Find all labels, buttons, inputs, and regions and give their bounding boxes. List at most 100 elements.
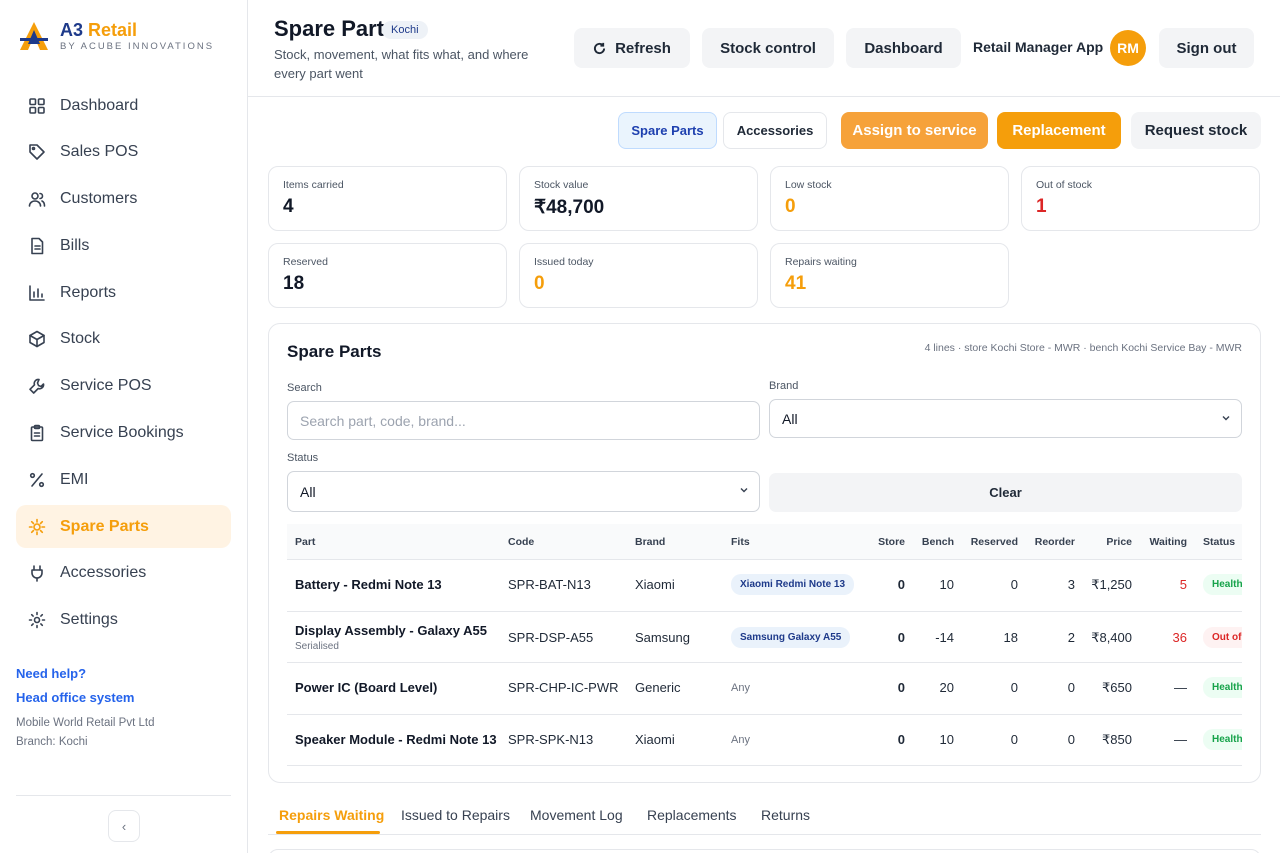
sidebar-item-settings[interactable]: Settings bbox=[16, 599, 231, 642]
sidebar-item-service-bookings[interactable]: Service Bookings bbox=[16, 412, 231, 455]
reorder-qty: 3 bbox=[1067, 577, 1075, 592]
panel-title: Spare Parts bbox=[287, 342, 382, 361]
store-qty: 0 bbox=[897, 629, 905, 645]
search-input[interactable]: Search part, code, brand... bbox=[287, 401, 760, 440]
sidebar-item-label: Spare Parts bbox=[60, 517, 149, 535]
col-price[interactable]: Price bbox=[1106, 536, 1132, 548]
sidebar-item-bills[interactable]: Bills bbox=[16, 224, 231, 267]
sidebar-item-label: Sales POS bbox=[60, 143, 139, 161]
fits-any: Any bbox=[731, 682, 750, 694]
tab-returns[interactable]: Returns bbox=[761, 807, 810, 823]
stat-value: 4 bbox=[283, 196, 294, 217]
wrench-icon bbox=[29, 378, 45, 395]
col-reorder[interactable]: Reorder bbox=[1035, 536, 1075, 548]
tab-accessories[interactable]: Accessories bbox=[723, 112, 827, 149]
price: ₹1,250 bbox=[1091, 577, 1132, 592]
branch-badge: Kochi bbox=[382, 21, 428, 39]
col-bench[interactable]: Bench bbox=[922, 536, 954, 548]
reorder-qty: 0 bbox=[1067, 680, 1075, 695]
tab-spare-parts[interactable]: Spare Parts bbox=[618, 112, 717, 149]
logo[interactable]: A3 Retail BY ACUBE INNOVATIONS bbox=[18, 20, 214, 52]
stat-value: 0 bbox=[534, 273, 545, 294]
replacement-button[interactable]: Replacement bbox=[997, 112, 1121, 149]
stat-reserved: Reserved 18 bbox=[268, 243, 507, 308]
clear-filters-button[interactable]: Clear bbox=[769, 473, 1242, 512]
col-fits[interactable]: Fits bbox=[731, 536, 750, 548]
brand-select-value: All bbox=[782, 410, 798, 427]
col-code[interactable]: Code bbox=[508, 536, 534, 548]
price: ₹8,400 bbox=[1091, 629, 1132, 645]
sign-out-button[interactable]: Sign out bbox=[1159, 28, 1254, 68]
collapse-sidebar-button[interactable]: ‹ bbox=[108, 810, 140, 842]
col-store[interactable]: Store bbox=[878, 536, 905, 548]
col-brand[interactable]: Brand bbox=[635, 536, 665, 548]
sidebar-item-dashboard[interactable]: Dashboard bbox=[16, 84, 231, 127]
sidebar-item-label: Settings bbox=[60, 611, 118, 629]
request-stock-button[interactable]: Request stock bbox=[1131, 112, 1261, 149]
sidebar-item-stock[interactable]: Stock bbox=[16, 318, 231, 361]
sidebar-item-label: Accessories bbox=[60, 564, 147, 582]
clipboard-icon bbox=[30, 424, 44, 442]
table-row[interactable]: Display Assembly - Galaxy A55 Serialised… bbox=[287, 612, 1242, 663]
sidebar-item-reports[interactable]: Reports bbox=[16, 271, 231, 314]
users-icon bbox=[28, 192, 46, 207]
waiting-count: — bbox=[1174, 680, 1187, 695]
sidebar-divider bbox=[16, 795, 231, 796]
sidebar-item-sales-pos[interactable]: Sales POS bbox=[16, 131, 231, 174]
branch-name: Branch: Kochi bbox=[16, 736, 88, 748]
waiting-count: 36 bbox=[1172, 629, 1187, 645]
table-row[interactable]: Battery - Redmi Note 13 SPR-BAT-N13 Xiao… bbox=[287, 560, 1242, 612]
sidebar-item-label: Dashboard bbox=[60, 96, 139, 114]
brand-select[interactable]: All bbox=[769, 399, 1242, 438]
stat-stock-value: Stock value ₹48,700 bbox=[519, 166, 758, 231]
status-badge: Healthy bbox=[1203, 728, 1242, 750]
sidebar-item-service-pos[interactable]: Service POS bbox=[16, 365, 231, 408]
sidebar-item-accessories[interactable]: Accessories bbox=[16, 552, 231, 595]
stat-label: Reserved bbox=[283, 256, 328, 268]
refresh-label: Refresh bbox=[615, 39, 671, 57]
sidebar-item-emi[interactable]: EMI bbox=[16, 458, 231, 501]
file-icon bbox=[31, 237, 44, 255]
stock-control-button[interactable]: Stock control bbox=[702, 28, 834, 68]
head-office-link[interactable]: Head office system bbox=[16, 690, 154, 705]
col-status[interactable]: Status bbox=[1203, 536, 1235, 548]
status-select[interactable]: All bbox=[287, 471, 760, 512]
tab-movement-log[interactable]: Movement Log bbox=[530, 807, 623, 823]
col-waiting[interactable]: Waiting bbox=[1149, 536, 1187, 548]
brand-tagline: BY ACUBE INNOVATIONS bbox=[60, 41, 215, 52]
sidebar-nav: Dashboard Sales POS Customers Bills Repo… bbox=[16, 84, 231, 646]
waiting-count: 5 bbox=[1179, 577, 1187, 592]
tab-repairs-waiting[interactable]: Repairs Waiting bbox=[279, 807, 384, 823]
sidebar-item-customers[interactable]: Customers bbox=[16, 178, 231, 221]
col-part[interactable]: Part bbox=[295, 536, 315, 548]
avatar[interactable]: RM bbox=[1110, 30, 1146, 66]
assign-to-service-button[interactable]: Assign to service bbox=[841, 112, 988, 149]
part-serialised-note: Serialised bbox=[295, 640, 339, 652]
refresh-icon bbox=[594, 42, 606, 54]
part-code: SPR-CHP-IC-PWR bbox=[508, 680, 619, 695]
need-help-link[interactable]: Need help? bbox=[16, 666, 154, 681]
sidebar-item-label: Stock bbox=[60, 330, 101, 348]
col-reserved[interactable]: Reserved bbox=[971, 536, 1018, 548]
fits-any: Any bbox=[731, 733, 750, 746]
sidebar: A3 Retail BY ACUBE INNOVATIONS Dashboard… bbox=[0, 0, 248, 853]
sidebar-item-spare-parts[interactable]: Spare Parts bbox=[16, 505, 231, 549]
part-brand: Generic bbox=[635, 680, 681, 695]
part-name-text: Display Assembly - Galaxy A55 bbox=[295, 622, 487, 638]
fits-badge: Samsung Galaxy A55 bbox=[731, 626, 851, 648]
bottom-tabs: Repairs Waiting Issued to Repairs Moveme… bbox=[268, 798, 1261, 835]
stat-label: Out of stock bbox=[1036, 179, 1093, 191]
reorder-qty: 0 bbox=[1067, 731, 1075, 747]
part-code: SPR-BAT-N13 bbox=[508, 577, 591, 592]
dashboard-button[interactable]: Dashboard bbox=[846, 28, 961, 68]
stat-value: 0 bbox=[785, 196, 796, 217]
plug-icon bbox=[31, 565, 43, 583]
brand-name: A3 Retail bbox=[60, 20, 138, 40]
tab-replacements[interactable]: Replacements bbox=[647, 807, 737, 823]
logo-icon bbox=[20, 22, 48, 50]
refresh-button[interactable]: Refresh bbox=[574, 28, 690, 68]
table-row[interactable]: Power IC (Board Level) SPR-CHP-IC-PWR Ge… bbox=[287, 663, 1242, 715]
page-header: Spare Parts Kochi Stock, movement, what … bbox=[248, 0, 1280, 97]
table-row[interactable]: Speaker Module - Redmi Note 13 SPR-SPK-N… bbox=[287, 715, 1242, 766]
tab-issued-to-repairs[interactable]: Issued to Repairs bbox=[401, 807, 510, 823]
